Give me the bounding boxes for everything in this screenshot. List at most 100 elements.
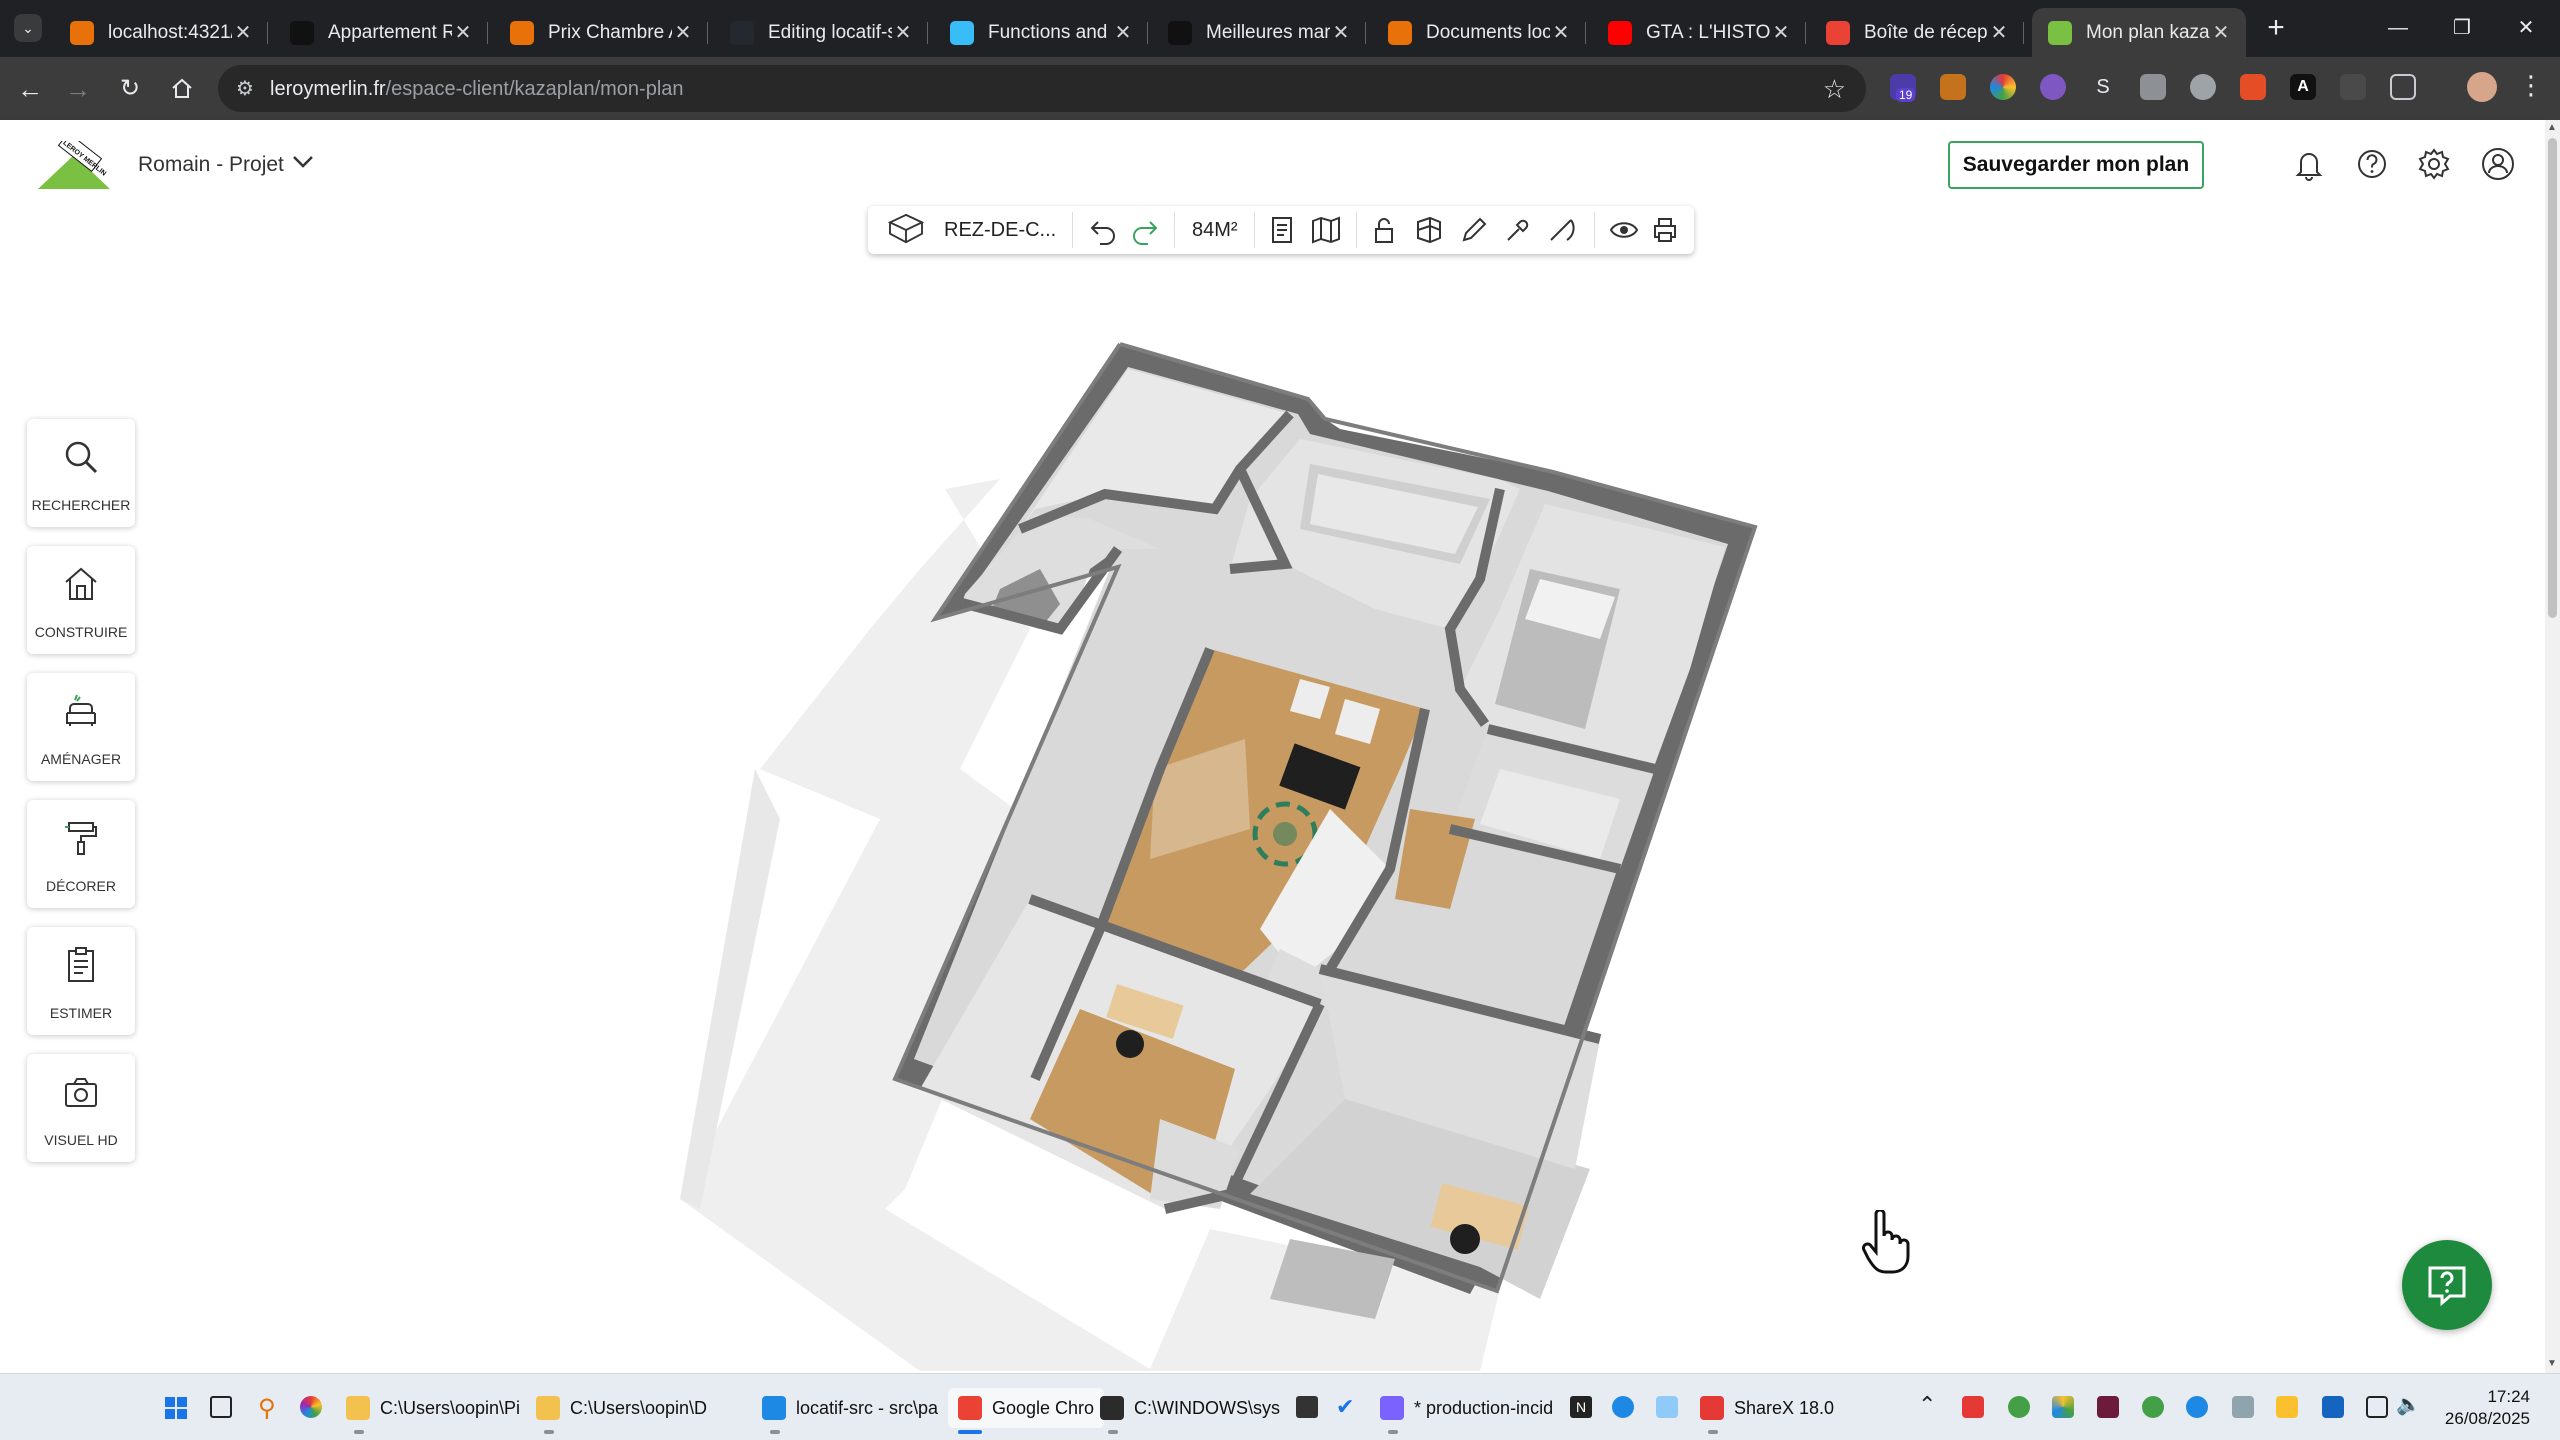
taskbar-app[interactable]: Google Chro bbox=[948, 1388, 1105, 1434]
tab-close-icon[interactable]: ✕ bbox=[1770, 20, 1792, 45]
extension-icon[interactable] bbox=[1940, 74, 1966, 100]
windows-start-icon[interactable] bbox=[164, 1396, 188, 1420]
tray-icon[interactable] bbox=[2232, 1396, 2254, 1418]
tab-close-icon[interactable]: ✕ bbox=[232, 20, 254, 45]
bookmark-star-icon[interactable]: ☆ bbox=[1823, 74, 1846, 105]
undo-icon[interactable] bbox=[1088, 214, 1118, 246]
leroy-merlin-logo[interactable]: LEROY MERLIN bbox=[38, 141, 110, 189]
tab-close-icon[interactable]: ✕ bbox=[1988, 20, 2010, 45]
tray-icon[interactable] bbox=[2322, 1396, 2344, 1418]
eyedropper-icon[interactable] bbox=[1502, 214, 1532, 246]
browser-tab[interactable]: Appartement R ✕ bbox=[274, 8, 488, 57]
back-arrow-icon[interactable]: ← bbox=[10, 69, 50, 109]
browser-menu-icon[interactable]: ⋮ bbox=[2518, 70, 2544, 101]
extension-icon[interactable] bbox=[2340, 74, 2366, 100]
taskbar-app[interactable]: C:\WINDOWS\sys bbox=[1100, 1388, 1280, 1434]
tray-chevron-up-icon[interactable]: ⌃ bbox=[1918, 1392, 1936, 1418]
browser-tab[interactable]: Documents loca ✕ bbox=[1372, 8, 1586, 57]
pencil-icon[interactable] bbox=[1458, 214, 1488, 246]
minimize-icon[interactable]: — bbox=[2368, 8, 2428, 48]
network-icon[interactable] bbox=[2366, 1396, 2388, 1418]
unlock-icon[interactable] bbox=[1370, 214, 1398, 246]
browser-tab[interactable]: Prix Chambre A ✕ bbox=[494, 8, 708, 57]
tab-close-icon[interactable]: ✕ bbox=[1550, 20, 1572, 45]
taskbar-app[interactable]: ShareX 18.0 bbox=[1700, 1388, 1834, 1434]
home-icon[interactable] bbox=[162, 69, 202, 109]
tray-icon[interactable] bbox=[1962, 1396, 1984, 1418]
floor-plan-3d-render[interactable] bbox=[0, 209, 2545, 1371]
scrollbar-thumb[interactable] bbox=[2548, 138, 2557, 618]
address-bar[interactable]: ⚙ leroymerlin.fr/espace-client/kazaplan/… bbox=[218, 65, 1866, 112]
tray-icon[interactable] bbox=[2097, 1396, 2119, 1418]
extension-icon[interactable] bbox=[2040, 74, 2066, 100]
search-icon[interactable]: ⚲ bbox=[258, 1394, 276, 1423]
tool-furnish[interactable]: AMÉNAGER bbox=[27, 673, 135, 781]
app-icon[interactable] bbox=[1612, 1396, 1634, 1418]
extensions-puzzle-icon[interactable] bbox=[2390, 74, 2416, 100]
app-icon[interactable] bbox=[1296, 1396, 1318, 1418]
profile-avatar[interactable] bbox=[2467, 72, 2497, 102]
redo-icon[interactable] bbox=[1130, 214, 1160, 246]
plan-3d-viewport[interactable] bbox=[0, 209, 2545, 1371]
browser-tab[interactable]: Boîte de récepti ✕ bbox=[1810, 8, 2024, 57]
extension-icon[interactable] bbox=[1990, 74, 2016, 100]
taskbar-app[interactable]: C:\Users\oopin\Pi bbox=[346, 1388, 520, 1434]
tool-estimate[interactable]: ESTIMER bbox=[27, 927, 135, 1035]
taskbar-app[interactable]: locatif-src - src\pa bbox=[762, 1388, 938, 1434]
measure-tool-icon[interactable] bbox=[1546, 214, 1576, 246]
site-info-icon[interactable]: ⚙ bbox=[232, 76, 258, 102]
extension-icon[interactable]: S bbox=[2090, 74, 2116, 100]
forward-arrow-icon[interactable]: → bbox=[58, 69, 98, 109]
extension-icon[interactable] bbox=[2240, 74, 2266, 100]
tool-search[interactable]: RECHERCHER bbox=[27, 419, 135, 527]
save-plan-button[interactable]: Sauvegarder mon plan bbox=[1948, 141, 2204, 189]
user-account-icon[interactable] bbox=[2478, 144, 2518, 184]
wall-3d-icon[interactable] bbox=[1414, 214, 1444, 246]
chevron-down-icon[interactable] bbox=[290, 150, 316, 178]
tab-close-icon[interactable]: ✕ bbox=[892, 20, 914, 45]
tray-icon[interactable] bbox=[2142, 1396, 2164, 1418]
url-text[interactable]: leroymerlin.fr/espace-client/kazaplan/mo… bbox=[270, 78, 684, 101]
taskbar-app[interactable]: C:\Users\oopin\D bbox=[536, 1388, 707, 1434]
copilot-icon[interactable] bbox=[300, 1396, 322, 1418]
notion-icon[interactable]: N bbox=[1570, 1396, 1592, 1418]
reload-icon[interactable]: ↻ bbox=[110, 69, 150, 109]
tab-close-icon[interactable]: ✕ bbox=[2210, 20, 2232, 45]
extension-icon[interactable] bbox=[2190, 74, 2216, 100]
scroll-up-arrow-icon[interactable]: ▲ bbox=[2547, 122, 2557, 133]
settings-gear-icon[interactable] bbox=[2414, 144, 2454, 184]
document-icon[interactable] bbox=[1268, 214, 1296, 246]
check-app-icon[interactable]: ✔ bbox=[1336, 1394, 1354, 1420]
extension-icon[interactable]: A bbox=[2290, 74, 2316, 100]
task-view-icon[interactable] bbox=[210, 1396, 232, 1418]
close-window-icon[interactable]: ✕ bbox=[2496, 8, 2556, 48]
tab-close-icon[interactable]: ✕ bbox=[1112, 20, 1134, 45]
bell-icon[interactable] bbox=[2289, 144, 2329, 184]
tab-close-icon[interactable]: ✕ bbox=[452, 20, 474, 45]
level-selector[interactable]: REZ-DE-C... bbox=[944, 219, 1056, 242]
scroll-down-arrow-icon[interactable]: ▼ bbox=[2547, 1358, 2557, 1369]
surface-area-value[interactable]: 84M² bbox=[1192, 219, 1238, 242]
tab-close-icon[interactable]: ✕ bbox=[1330, 20, 1352, 45]
print-icon[interactable] bbox=[1650, 214, 1680, 246]
help-chat-button[interactable] bbox=[2402, 1240, 2492, 1330]
tab-search-chevron-icon[interactable]: ⌄ bbox=[14, 14, 42, 42]
browser-tab[interactable]: Meilleures marq ✕ bbox=[1152, 8, 1366, 57]
project-name[interactable]: Romain - Projet bbox=[138, 153, 284, 177]
eye-visibility-icon[interactable] bbox=[1608, 214, 1640, 246]
browser-tab[interactable]: Editing locatif-s ✕ bbox=[714, 8, 928, 57]
google-drive-icon[interactable] bbox=[2052, 1396, 2074, 1418]
map-view-icon[interactable] bbox=[1310, 214, 1342, 246]
level-3d-box-icon[interactable] bbox=[886, 213, 926, 245]
browser-tab[interactable]: GTA : L'HISTOIR✕ bbox=[1592, 8, 1806, 57]
tool-build[interactable]: CONSTRUIRE bbox=[27, 546, 135, 654]
extension-icon[interactable] bbox=[2140, 74, 2166, 100]
system-clock[interactable]: 17:24 26/08/2025 bbox=[2440, 1386, 2530, 1430]
taskbar-app[interactable]: * production-incid bbox=[1380, 1388, 1553, 1434]
new-tab-plus-icon[interactable]: + bbox=[2258, 10, 2294, 46]
tool-hd-visual[interactable]: VISUEL HD bbox=[27, 1054, 135, 1162]
tray-icon[interactable] bbox=[2276, 1396, 2298, 1418]
tool-decorate[interactable]: DÉCORER bbox=[27, 800, 135, 908]
browser-tab[interactable]: localhost:4321/r ✕ bbox=[54, 8, 268, 57]
tray-icon[interactable] bbox=[2186, 1396, 2208, 1418]
